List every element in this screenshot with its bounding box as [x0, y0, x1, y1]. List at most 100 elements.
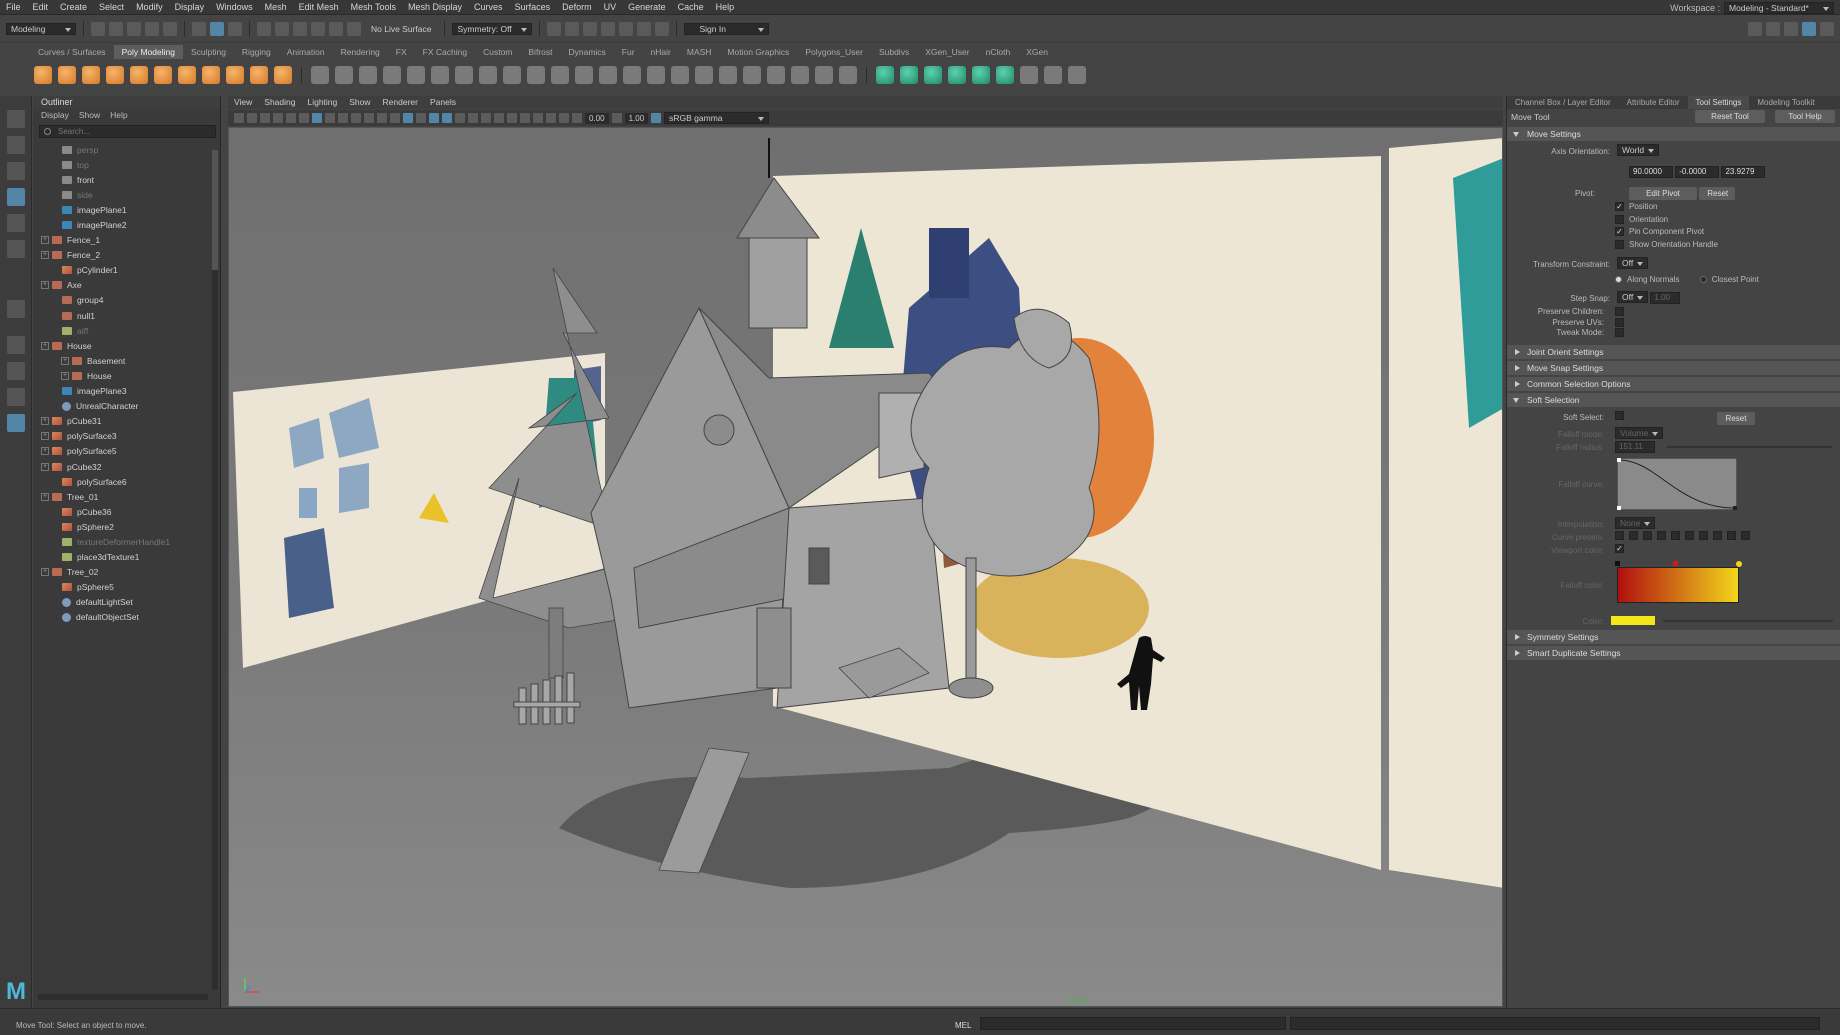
tab-attribute-editor[interactable]: Attribute Editor — [1619, 96, 1688, 109]
select-hierarchy-icon[interactable] — [192, 22, 206, 36]
snap-point-icon[interactable] — [293, 22, 307, 36]
command-language-label[interactable]: MEL — [955, 1021, 971, 1030]
outliner-menu-help[interactable]: Help — [110, 109, 127, 122]
expand-icon[interactable]: + — [41, 492, 49, 501]
outliner-item[interactable]: + House — [33, 368, 220, 383]
menu-surfaces[interactable]: Surfaces — [509, 0, 557, 15]
resolution-gate-icon[interactable] — [338, 113, 348, 123]
shelf-tab-motion-graphics[interactable]: Motion Graphics — [719, 45, 797, 59]
snap-view-icon[interactable] — [311, 22, 325, 36]
default-material-icon[interactable] — [416, 113, 426, 123]
outliner-item[interactable]: aiff — [33, 323, 220, 338]
menu-mesh-tools[interactable]: Mesh Tools — [345, 0, 402, 15]
preset-icon[interactable] — [1741, 530, 1750, 540]
settings-gear-icon[interactable] — [1820, 22, 1834, 36]
3d-viewport[interactable]: persp — [228, 127, 1503, 1007]
preserve-option-checkbox[interactable] — [1615, 307, 1624, 317]
poly-disc-icon[interactable] — [178, 66, 196, 84]
move-tool-icon[interactable] — [7, 188, 25, 206]
scale-tool-icon[interactable] — [7, 240, 25, 258]
outliner-item[interactable]: pSphere5 — [33, 580, 220, 595]
shelf-tab-animation[interactable]: Animation — [279, 45, 333, 59]
outliner-item[interactable]: imagePlane3 — [33, 384, 220, 399]
super-shape-icon[interactable] — [226, 66, 244, 84]
expand-icon[interactable]: + — [41, 236, 49, 245]
shelf-tab-ncloth[interactable]: nCloth — [978, 45, 1019, 59]
toggle-tool-settings-icon[interactable] — [1802, 22, 1816, 36]
layout-uvs-icon[interactable] — [1020, 66, 1038, 84]
smooth-shade-icon[interactable] — [403, 113, 413, 123]
viewport-menu-show[interactable]: Show — [349, 96, 370, 109]
viewport-menu-view[interactable]: View — [234, 96, 252, 109]
outliner-item[interactable]: polySurface6 — [33, 474, 220, 489]
planar-map-icon[interactable] — [900, 66, 918, 84]
menu-create[interactable]: Create — [54, 0, 93, 15]
pivot-option-checkbox[interactable] — [1615, 214, 1624, 224]
wireframe-on-shaded-icon[interactable] — [429, 113, 439, 123]
four-view-layout-icon[interactable] — [7, 362, 25, 380]
axis-orientation-dropdown[interactable]: World — [1617, 144, 1660, 156]
outliner-item[interactable]: + Tree_02 — [33, 565, 220, 580]
viewport-menu-lighting[interactable]: Lighting — [307, 96, 337, 109]
poly-text-icon[interactable] — [250, 66, 268, 84]
falloff-radius-field[interactable]: 151.11 — [1615, 440, 1655, 453]
outliner-layout-icon[interactable] — [7, 414, 25, 432]
paint-select-tool-icon[interactable] — [7, 162, 25, 180]
menu-help[interactable]: Help — [710, 0, 741, 15]
open-scene-icon[interactable] — [109, 22, 123, 36]
poly-sphere-icon[interactable] — [34, 66, 52, 84]
outliner-menu-show[interactable]: Show — [79, 109, 100, 122]
arnold-render-icon[interactable] — [637, 22, 652, 36]
collapse-icon[interactable] — [623, 66, 641, 84]
outliner-item[interactable]: + pCube32 — [33, 459, 220, 474]
single-view-layout-icon[interactable] — [7, 336, 25, 354]
outliner-item[interactable]: + Fence_2 — [33, 248, 220, 263]
soft-select-checkbox[interactable] — [1615, 410, 1624, 420]
outliner-scrollbar[interactable] — [212, 150, 218, 990]
tool-help-button[interactable]: Tool Help — [1775, 110, 1835, 123]
expand-icon[interactable]: + — [41, 417, 49, 426]
outliner-item[interactable]: + polySurface3 — [33, 429, 220, 444]
grease-pencil-icon[interactable] — [299, 113, 309, 123]
sign-in-dropdown[interactable]: Sign In — [684, 23, 770, 35]
screen-space-ao-icon[interactable] — [481, 113, 491, 123]
pivot-option-checkbox[interactable]: ✓ — [1615, 202, 1624, 212]
viewport-menu-panels[interactable]: Panels — [430, 96, 456, 109]
shelf-tab-mash[interactable]: MASH — [679, 45, 720, 59]
automatic-map-icon[interactable] — [924, 66, 942, 84]
section-symmetry-settings[interactable]: Symmetry Settings — [1507, 629, 1840, 644]
pivot-option-checkbox[interactable]: ✓ — [1615, 227, 1624, 237]
depth-of-field-icon[interactable] — [520, 113, 530, 123]
preset-icon[interactable] — [1657, 530, 1666, 540]
poly-plane-icon[interactable] — [154, 66, 172, 84]
render-frame-icon[interactable] — [565, 22, 580, 36]
poly-torus-icon[interactable] — [130, 66, 148, 84]
ipr-render-icon[interactable] — [583, 22, 598, 36]
shelf-tab-subdivs[interactable]: Subdivs — [871, 45, 917, 59]
shelf-tab-dynamics[interactable]: Dynamics — [560, 45, 613, 59]
merge-icon[interactable] — [599, 66, 617, 84]
axis-x-field[interactable]: 90.0000 — [1629, 166, 1673, 178]
outliner-item[interactable]: + Basement — [33, 353, 220, 368]
soft-select-reset-button[interactable]: Reset — [1717, 411, 1755, 425]
outliner-item[interactable]: imagePlane1 — [33, 202, 220, 217]
outliner-item[interactable]: pCube36 — [33, 504, 220, 519]
outliner-item[interactable]: null1 — [33, 308, 220, 323]
section-move-settings[interactable]: Move Settings — [1507, 127, 1840, 141]
shelf-tab-fur[interactable]: Fur — [614, 45, 643, 59]
outliner-item[interactable]: persp — [33, 142, 220, 157]
film-gate-icon[interactable] — [325, 113, 335, 123]
bookmarks-icon[interactable] — [260, 113, 270, 123]
menu-edit-mesh[interactable]: Edit Mesh — [293, 0, 345, 15]
insert-edge-loop-icon[interactable] — [527, 66, 545, 84]
grid-icon[interactable] — [312, 113, 322, 123]
triangulate-icon[interactable] — [815, 66, 833, 84]
gate-mask-icon[interactable] — [351, 113, 361, 123]
sew-uvs-icon[interactable] — [1068, 66, 1086, 84]
uv-editor-icon[interactable] — [876, 66, 894, 84]
add-divisions-icon[interactable] — [791, 66, 809, 84]
outliner-item[interactable]: place3dTexture1 — [33, 550, 220, 565]
outliner-search-input[interactable]: Search... — [39, 125, 216, 138]
preset-icon[interactable] — [1699, 530, 1708, 540]
menu-uv[interactable]: UV — [598, 0, 623, 15]
